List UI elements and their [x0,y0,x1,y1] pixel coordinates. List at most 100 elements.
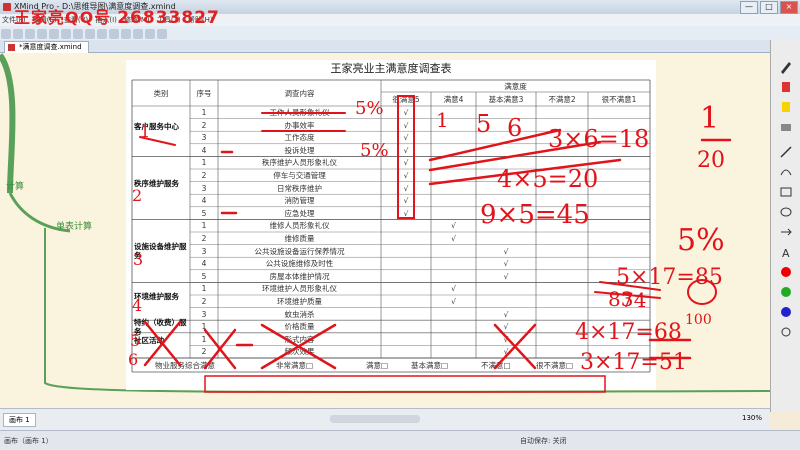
undo-icon[interactable] [49,29,59,39]
text-tool-icon[interactable]: A [779,245,793,259]
color-green-icon[interactable] [779,285,793,299]
window-controls: — □ × [740,1,798,14]
maximize-button[interactable]: □ [760,1,778,14]
survey-title: 王家亮业主满意度调查表 [330,62,452,75]
check-mark: √ [503,259,509,269]
handwritten-annotation: 74 [621,288,647,312]
check-mark: √ [403,208,409,218]
row-index: 4 [201,259,207,269]
status-autosave: 自动保存: 关闭 [520,437,567,445]
new-file-icon[interactable] [1,29,11,39]
overall-option: 满意□ [366,361,389,370]
xmind-app-icon [3,3,11,11]
row-index: 3 [201,309,207,319]
zoom-level[interactable]: 130% [742,414,762,422]
header-level-2: 不满意2 [548,95,576,104]
handwritten-annotation: 1 [140,122,151,141]
settings-icon[interactable] [779,325,793,339]
handwritten-annotation: 3 [133,250,144,269]
sheet-tab-canvas-1[interactable]: 画布 1 [3,413,36,427]
tab-survey-file[interactable]: *满意度调查.xmind [4,41,89,53]
row-index: 1 [201,322,207,332]
rectangle-tool-icon[interactable] [779,185,793,199]
color-blue-icon[interactable] [779,305,793,319]
row-index: 3 [201,183,207,193]
check-mark: √ [451,221,456,231]
row-content: 蚊虫消杀 [284,309,315,319]
watermark-text: 王家亮QQ号 [14,8,112,27]
row-content: 维修质量 [284,234,315,243]
open-file-icon[interactable] [13,29,23,39]
overall-option: 非常满意□ [276,361,314,370]
check-mark: √ [403,108,409,117]
header-index: 序号 [196,89,212,98]
row-content: 应急处理 [284,208,315,218]
line-tool-icon[interactable] [779,145,793,159]
redo-icon[interactable] [61,29,71,39]
handwritten-annotation: 5 [476,110,492,138]
cut-icon[interactable] [73,29,83,39]
check-mark: √ [503,309,509,319]
close-button[interactable]: × [780,1,798,14]
horizontal-scrollbar[interactable] [330,415,420,423]
curve-tool-icon[interactable] [779,165,793,179]
boundary-icon[interactable] [145,29,155,39]
status-bar: 画布（画布 1） 自动保存: 关闭 [0,430,800,450]
overall-option: 基本满意□ [411,361,449,370]
row-content: 公共设施设备运行保养情况 [254,246,345,256]
xmind-file-icon [8,44,15,51]
check-mark: √ [503,271,509,281]
color-red-icon[interactable] [779,265,793,279]
handwritten-annotation: 2 [132,186,143,205]
check-mark: √ [451,297,456,306]
handwritten-annotation: 1 [700,101,720,136]
branch-single-table-label[interactable]: 单表计算 [56,219,92,232]
check-mark: √ [403,196,409,206]
handwritten-annotation: 20 [697,148,725,173]
status-canvas: 画布（画布 1） [4,437,53,445]
handwritten-annotation: 4×17=68 [575,320,682,345]
row-index: 1 [201,158,207,168]
print-icon[interactable] [37,29,47,39]
summary-icon[interactable] [157,29,167,39]
pen-red-icon[interactable] [779,80,793,94]
ellipse-tool-icon[interactable] [779,205,793,219]
row-content: 频次效果 [284,347,315,357]
row-content: 消防管理 [284,196,315,206]
overall-option: 很不满意□ [536,361,574,370]
header-satisfaction: 满意度 [504,82,527,91]
svg-text:A: A [782,247,790,259]
save-icon[interactable] [25,29,35,39]
header-level-3: 基本满意3 [488,95,524,104]
handwritten-annotation: 6 [128,350,139,369]
check-mark: √ [403,120,409,130]
branch-calc-label[interactable]: 计算 [6,179,24,192]
row-index: 3 [201,246,207,256]
minimize-button[interactable]: — [740,1,758,14]
handwritten-annotation: 6 [507,114,523,142]
handwritten-annotation: 5% [677,223,725,258]
row-index: 5 [201,208,207,218]
watermark-number: 26833827 [117,8,220,28]
highlighter-icon[interactable] [779,100,793,114]
section-name: 社区活动 [134,336,164,346]
row-index: 2 [201,120,207,130]
pen-icon[interactable] [779,60,793,74]
row-content: 价格质量 [284,322,315,332]
relationship-icon[interactable] [133,29,143,39]
header-level-5: 很满意5 [392,95,420,104]
handwritten-annotation: 5% [360,140,389,161]
handwritten-annotation: 4 [132,296,143,315]
row-content: 房屋本体维护情况 [269,271,330,281]
paste-icon[interactable] [97,29,107,39]
row-content: 办事效率 [284,120,315,130]
handwritten-annotation: 1 [436,108,449,132]
subtopic-icon[interactable] [121,29,131,39]
topic-icon[interactable] [109,29,119,39]
pen-toolbar: A [770,40,800,412]
arrow-tool-icon[interactable] [779,225,793,239]
eraser-icon[interactable] [779,120,793,134]
sheet-bar: 画布 1 130% [0,408,770,431]
copy-icon[interactable] [85,29,95,39]
check-mark: √ [451,234,456,243]
